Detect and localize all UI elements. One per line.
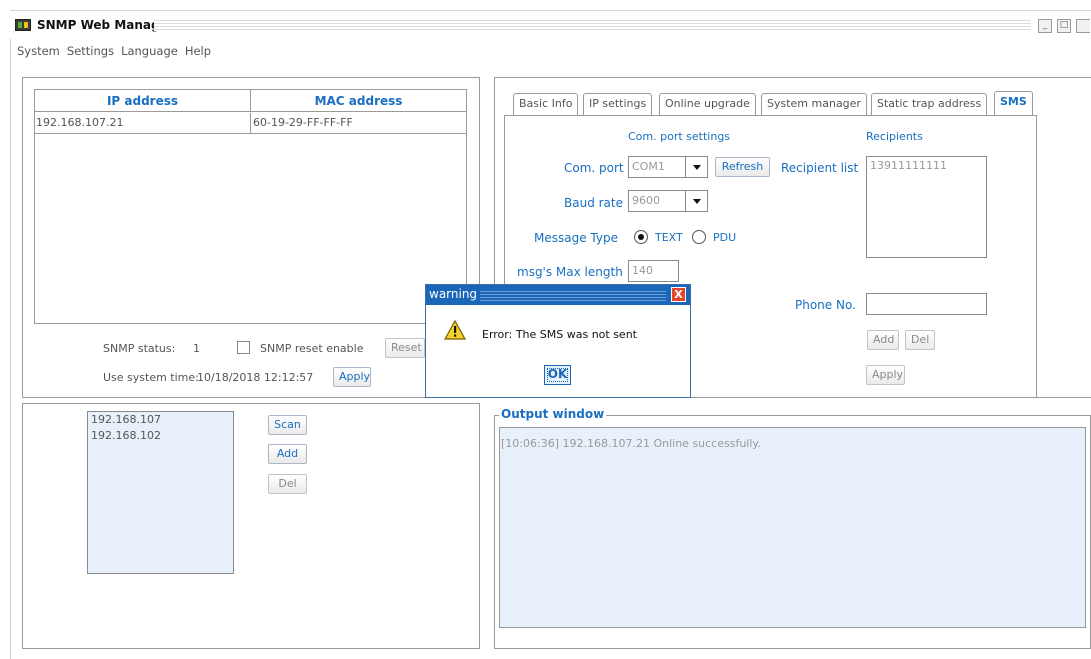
com-port-select[interactable]: COM1 <box>628 156 708 178</box>
row-divider <box>35 133 466 134</box>
subnet-item[interactable]: 192.168.102 <box>88 428 233 444</box>
dialog-title-bar[interactable]: warning X <box>426 285 690 305</box>
recipient-list-label: Recipient list <box>781 161 859 175</box>
menu-bar: System Settings Language Help <box>17 44 218 58</box>
ok-button[interactable]: OK <box>544 365 571 385</box>
snmp-status-label: SNMP status: <box>103 342 176 355</box>
snmp-reset-label: SNMP reset enable <box>260 342 364 355</box>
warning-icon <box>444 320 466 340</box>
maximize-button[interactable]: □ <box>1057 19 1071 33</box>
tab-system-manager[interactable]: System manager <box>761 93 867 115</box>
dialog-message: Error: The SMS was not sent <box>482 328 637 341</box>
dialog-title-grip <box>480 289 666 301</box>
recipients-title: Recipients <box>866 130 923 143</box>
scan-button[interactable]: Scan <box>268 415 307 435</box>
radio-text-label: TEXT <box>655 231 683 244</box>
system-time-value: 10/18/2018 12:12:57 <box>197 371 314 384</box>
tab-ip-settings[interactable]: IP settings <box>583 93 653 115</box>
del-recipient-button[interactable]: Del <box>905 330 935 350</box>
tab-static-trap-address[interactable]: Static trap address <box>871 93 988 115</box>
apply-sms-button[interactable]: Apply <box>866 365 905 385</box>
app-icon <box>15 19 31 31</box>
snmp-reset-checkbox[interactable] <box>237 341 250 354</box>
column-header-mac[interactable]: MAC address <box>251 90 466 112</box>
baud-rate-select[interactable]: 9600 <box>628 190 708 212</box>
del-subnet-button[interactable]: Del <box>268 474 307 494</box>
output-line: [10:06:36] 192.168.107.21 Online success… <box>501 437 761 450</box>
minimize-button[interactable]: _ <box>1038 19 1052 33</box>
dialog-close-button[interactable]: X <box>671 287 686 302</box>
chevron-down-icon[interactable] <box>685 157 707 177</box>
add-recipient-button[interactable]: Add <box>867 330 899 350</box>
menu-help[interactable]: Help <box>185 44 211 58</box>
snmp-status-value: 1 <box>193 342 200 355</box>
com-port-label: Com. port <box>564 161 624 175</box>
com-port-value: COM1 <box>632 160 665 173</box>
radio-pdu-label: PDU <box>713 231 737 244</box>
output-log[interactable]: [10:06:36] 192.168.107.21 Online success… <box>499 427 1086 628</box>
recipient-item[interactable]: 13911111111 <box>867 157 986 175</box>
device-table: IP address MAC address 192.168.107.21 60… <box>34 89 467 324</box>
max-length-label: msg's Max length <box>517 265 623 279</box>
output-window-title: Output window <box>499 407 607 421</box>
radio-text[interactable] <box>634 230 648 244</box>
reset-button[interactable]: Reset <box>385 338 425 358</box>
subnet-item[interactable]: 192.168.107 <box>88 412 233 428</box>
menu-language[interactable]: Language <box>121 44 178 58</box>
dialog-title: warning <box>429 287 478 301</box>
baud-rate-value: 9600 <box>632 194 660 207</box>
title-bar-grip <box>154 18 1031 31</box>
menu-settings[interactable]: Settings <box>67 44 114 58</box>
max-length-input[interactable]: 140 <box>628 260 679 282</box>
device-mac-cell[interactable]: 60-19-29-FF-FF-FF <box>252 113 467 133</box>
baud-rate-label: Baud rate <box>564 196 623 210</box>
recipient-list[interactable]: 13911111111 <box>866 156 987 258</box>
column-header-ip[interactable]: IP address <box>35 90 251 112</box>
phone-input[interactable] <box>866 293 987 315</box>
add-subnet-button[interactable]: Add <box>268 444 307 464</box>
radio-pdu[interactable] <box>692 230 706 244</box>
message-type-label: Message Type <box>534 231 618 245</box>
system-time-label: Use system time: <box>103 371 199 384</box>
subnet-list[interactable]: 192.168.107 192.168.102 <box>87 411 234 574</box>
tab-online-upgrade[interactable]: Online upgrade <box>659 93 756 115</box>
tab-basic-info[interactable]: Basic Info <box>513 93 579 115</box>
com-section-title: Com. port settings <box>628 130 731 143</box>
title-bar[interactable]: SNMP Web Manager _ □ <box>10 10 1091 39</box>
device-ip-cell[interactable]: 192.168.107.21 <box>35 113 251 133</box>
close-button[interactable] <box>1076 19 1090 33</box>
apply-time-button[interactable]: Apply <box>333 367 371 387</box>
tab-sms[interactable]: SMS <box>994 91 1033 115</box>
phone-label: Phone No. <box>795 298 856 312</box>
refresh-button[interactable]: Refresh <box>715 157 770 177</box>
menu-system[interactable]: System <box>17 44 60 58</box>
warning-dialog: warning X Error: The SMS was not sent OK <box>425 284 691 398</box>
chevron-down-icon[interactable] <box>685 191 707 211</box>
